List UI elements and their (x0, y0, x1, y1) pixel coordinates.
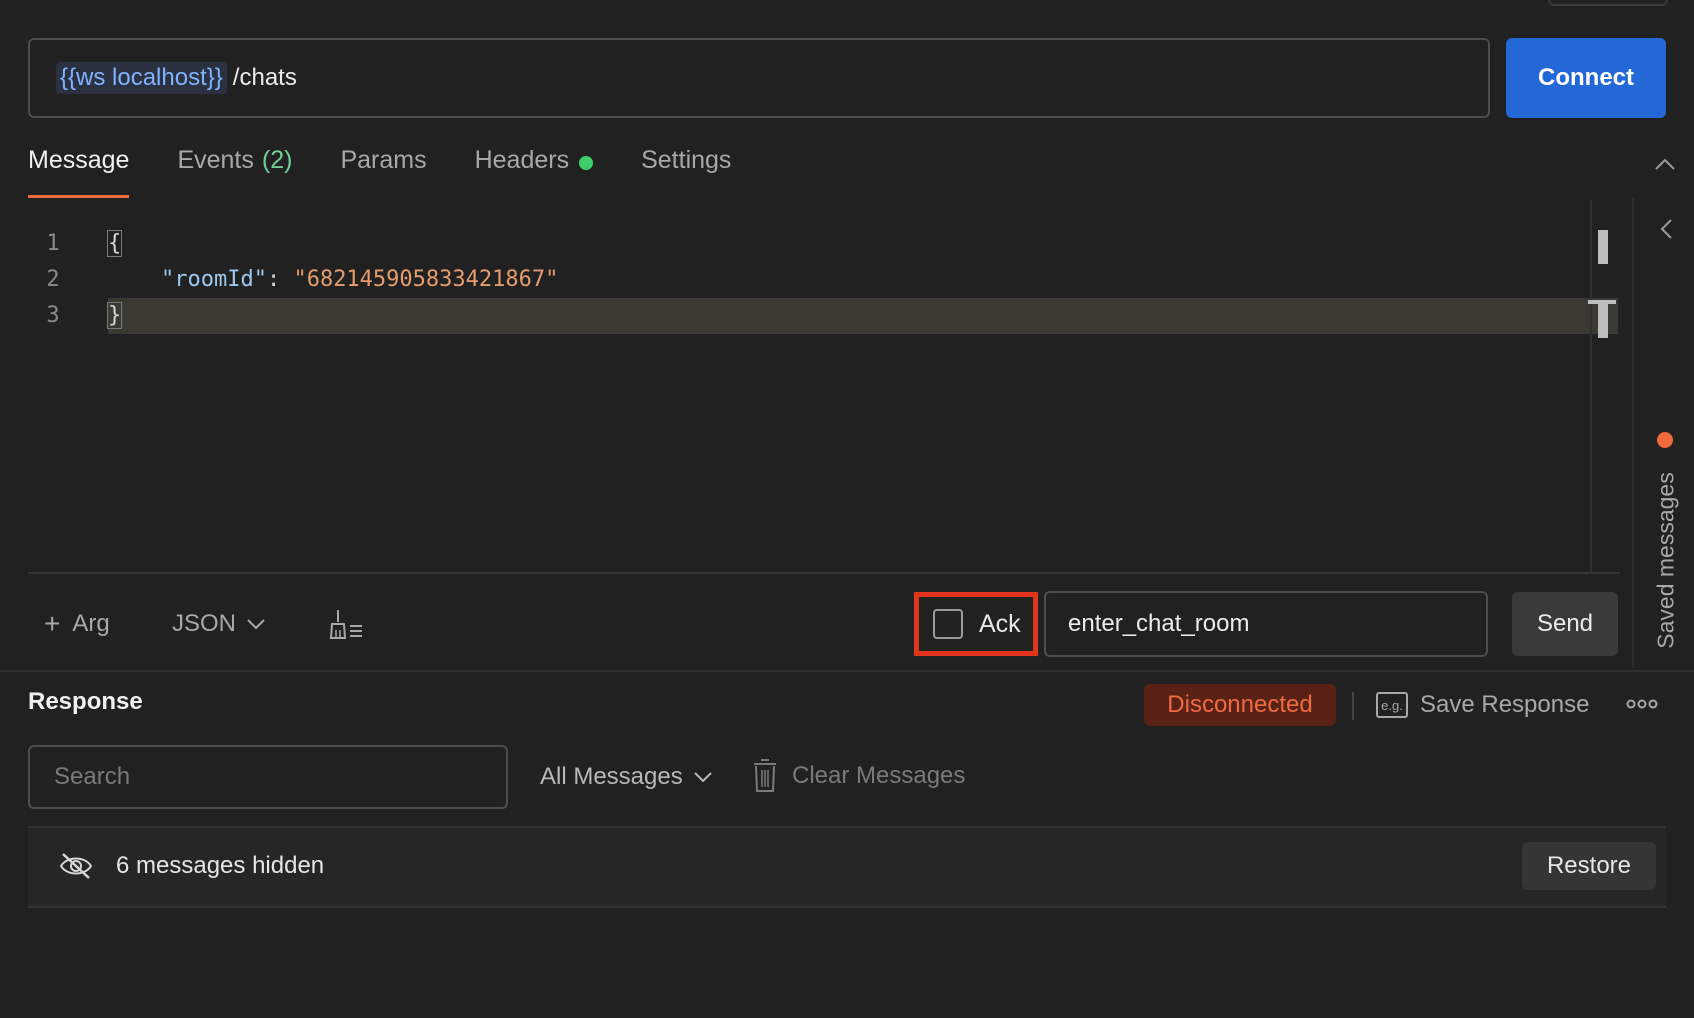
toolbar-separator (1352, 692, 1354, 720)
line-number: 1 (46, 231, 60, 256)
search-input[interactable] (28, 745, 508, 809)
cursor-marker (1598, 300, 1608, 338)
tab-message[interactable]: Message (28, 146, 130, 198)
line-number: 2 (46, 267, 60, 292)
url-environment-variable[interactable]: {{ws localhost}} (56, 62, 227, 94)
ack-toggle[interactable]: Ack (914, 592, 1038, 656)
trash-icon (754, 759, 776, 792)
more-options-icon[interactable] (1626, 694, 1658, 714)
json-colon: : (266, 267, 294, 292)
code-line: "roomId": "682145905833421867" (108, 262, 1618, 298)
tab-params-label: Params (340, 146, 427, 174)
beautify-icon[interactable] (326, 604, 366, 644)
code-line: { (106, 226, 1618, 262)
tab-headers[interactable]: Headers (475, 146, 594, 198)
tab-events[interactable]: Events (2) (177, 146, 292, 198)
tab-headers-label: Headers (474, 146, 570, 174)
editor-scroll-track (1590, 200, 1592, 572)
chevron-down-icon (247, 619, 265, 630)
tab-settings[interactable]: Settings (641, 146, 731, 198)
format-dropdown[interactable]: JSON (172, 604, 266, 644)
ack-checkbox[interactable] (933, 609, 963, 639)
hidden-messages-text: 6 messages hidden (116, 852, 325, 879)
top-edge-control (1548, 0, 1668, 6)
tab-events-count: (2) (261, 146, 293, 174)
message-filter-label: All Messages (540, 763, 683, 790)
json-key: "roomId" (160, 267, 267, 292)
json-value: "682145905833421867" (293, 267, 559, 292)
tab-message-label: Message (28, 146, 130, 174)
tab-params[interactable]: Params (340, 146, 426, 198)
tab-events-label: Events (177, 146, 254, 174)
connection-status-badge: Disconnected (1144, 684, 1336, 726)
side-rail-divider (1632, 198, 1634, 668)
line-number: 3 (46, 303, 60, 328)
url-path: /chats (232, 64, 297, 91)
format-label: JSON (172, 610, 237, 637)
plus-icon: + (44, 608, 61, 639)
chevron-up-icon[interactable] (1652, 152, 1678, 178)
example-icon: e.g. (1376, 692, 1408, 718)
saved-messages-indicator-dot (1657, 432, 1673, 448)
code-content[interactable]: { "roomId": "682145905833421867" } (106, 226, 1618, 334)
open-brace: { (106, 230, 123, 257)
url-input[interactable]: {{ws localhost}} /chats (28, 38, 1490, 118)
panel-divider[interactable] (0, 670, 1694, 672)
headers-indicator-dot (579, 156, 594, 170)
line-number-gutter: 1 2 3 (28, 226, 78, 334)
save-response-label: Save Response (1420, 691, 1590, 718)
eye-off-icon (59, 853, 93, 879)
response-title: Response (28, 688, 143, 715)
clear-messages-label: Clear Messages (792, 762, 966, 789)
restore-button[interactable]: Restore (1522, 842, 1656, 890)
saved-messages-tab[interactable]: Saved messages (1646, 460, 1686, 660)
saved-messages-label: Saved messages (1652, 471, 1679, 649)
scrollbar-thumb[interactable] (1598, 230, 1608, 264)
clear-messages-button[interactable]: Clear Messages (752, 756, 965, 796)
ack-label: Ack (979, 609, 1021, 638)
save-response-button[interactable]: e.g. Save Response (1376, 688, 1589, 722)
send-button[interactable]: Send (1512, 592, 1618, 656)
connect-button[interactable]: Connect (1506, 38, 1666, 118)
tab-settings-label: Settings (641, 146, 732, 174)
chevron-left-icon[interactable] (1654, 216, 1680, 242)
editor-divider (28, 572, 1620, 574)
event-name-input[interactable] (1044, 591, 1488, 657)
add-arg-button[interactable]: + Arg (44, 604, 110, 644)
message-filter-dropdown[interactable]: All Messages (540, 758, 713, 796)
request-tabs: Message Events (2) Params Headers Settin… (28, 146, 731, 198)
code-line-current: } (106, 298, 1618, 334)
chevron-down-icon (694, 772, 712, 783)
close-brace: } (106, 302, 123, 329)
add-arg-label: Arg (72, 610, 110, 637)
